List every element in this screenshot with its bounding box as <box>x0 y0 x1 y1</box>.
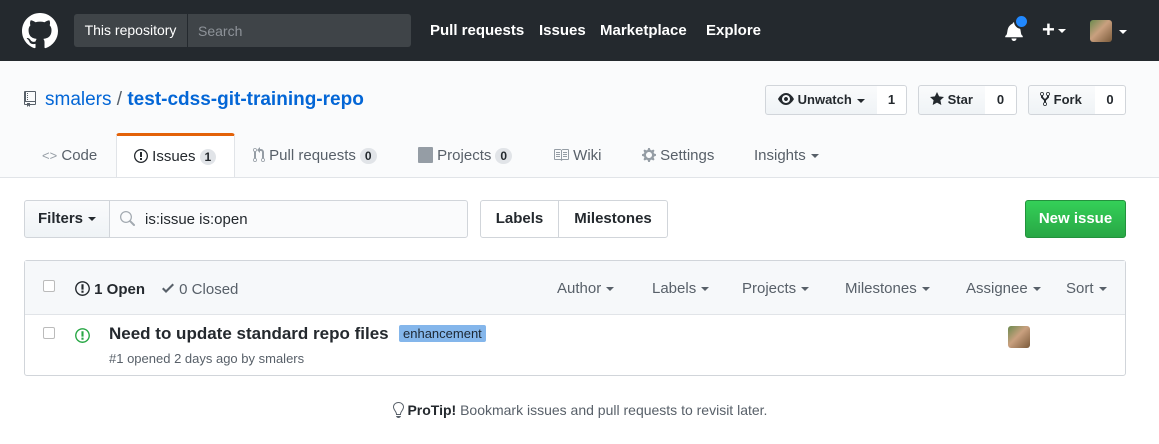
repo-owner-link[interactable]: smalers <box>45 89 112 110</box>
search-scope-label[interactable]: This repository <box>74 14 188 47</box>
protip-text: Bookmark issues and pull requests to rev… <box>456 402 768 418</box>
chevron-down-icon[interactable] <box>1119 30 1127 34</box>
closed-issues-filter[interactable]: 0 Closed <box>161 280 238 298</box>
repo-title: smalers / test-cdss-git-training-repo <box>45 89 364 111</box>
pull-requests-counter: 0 <box>359 148 377 164</box>
git-pull-request-icon <box>253 147 265 163</box>
unwatch-button[interactable]: Unwatch <box>765 85 878 115</box>
tab-wiki[interactable]: Wiki <box>553 134 602 177</box>
issue-search-query: is:issue is:open <box>145 211 248 228</box>
protip-bold: ProTip! <box>407 402 457 418</box>
project-icon <box>418 147 433 163</box>
tab-code[interactable]: <> Code <box>42 134 97 177</box>
tab-label: Wiki <box>573 147 602 164</box>
issues-counter: 1 <box>199 149 217 165</box>
tab-settings[interactable]: Settings <box>642 134 714 177</box>
projects-counter: 0 <box>495 148 513 164</box>
labels-button[interactable]: Labels <box>480 200 559 238</box>
book-icon <box>553 147 569 163</box>
tab-issues[interactable]: Issues 1 <box>116 133 235 177</box>
fork-icon <box>1040 91 1050 107</box>
tab-label: Code <box>61 147 98 164</box>
unwatch-label: Unwatch <box>797 92 852 107</box>
sort-filter[interactable]: Sort <box>1066 280 1107 297</box>
issue-opened-icon <box>134 148 148 164</box>
search-input[interactable] <box>188 14 411 47</box>
tab-insights[interactable]: Insights <box>754 134 819 177</box>
star-count[interactable]: 0 <box>985 85 1017 115</box>
code-icon: <> <box>42 148 58 163</box>
notification-indicator <box>1014 14 1029 29</box>
tab-label: Settings <box>660 147 715 164</box>
nav-explore[interactable]: Explore <box>706 22 761 39</box>
chevron-down-icon <box>1032 287 1041 292</box>
chevron-down-icon <box>606 287 615 292</box>
light-bulb-icon <box>392 402 404 418</box>
milestones-filter-label: Milestones <box>845 280 917 297</box>
filters-dropdown[interactable]: Filters <box>24 200 110 238</box>
tab-label: Insights <box>754 147 806 164</box>
tab-label: Projects <box>437 147 492 164</box>
user-avatar[interactable] <box>1090 20 1112 42</box>
projects-filter-label: Projects <box>742 280 797 297</box>
issue-title-link[interactable]: Need to update standard repo files <box>109 324 389 344</box>
tab-pull-requests[interactable]: Pull requests 0 <box>253 134 377 177</box>
chevron-down-icon <box>1057 29 1066 34</box>
nav-pull-requests[interactable]: Pull requests <box>430 22 524 39</box>
labels-filter[interactable]: Labels <box>652 280 710 297</box>
assignee-filter[interactable]: Assignee <box>966 280 1041 297</box>
gear-icon <box>642 147 656 163</box>
chevron-down-icon <box>701 287 710 292</box>
chevron-down-icon <box>88 217 97 222</box>
sort-filter-label: Sort <box>1066 280 1094 297</box>
assignee-avatar[interactable] <box>1008 326 1030 348</box>
fork-count[interactable]: 0 <box>1095 85 1126 115</box>
issue-opened-icon <box>75 327 90 344</box>
repo-separator: / <box>116 89 123 110</box>
repo-icon <box>24 91 36 107</box>
milestones-button[interactable]: Milestones <box>558 200 668 238</box>
assignee-filter-label: Assignee <box>966 280 1028 297</box>
check-icon <box>161 280 175 296</box>
nav-issues[interactable]: Issues <box>539 22 586 39</box>
issue-opened-icon <box>75 280 90 297</box>
issue-label-badge[interactable]: enhancement <box>399 325 486 342</box>
search-icon <box>119 211 135 227</box>
fork-label: Fork <box>1053 92 1082 107</box>
fork-button[interactable]: Fork <box>1028 85 1096 115</box>
nav-marketplace[interactable]: Marketplace <box>600 22 687 39</box>
chevron-down-icon <box>921 287 930 292</box>
new-issue-button[interactable]: New issue <box>1025 200 1126 238</box>
author-filter-label: Author <box>557 280 602 297</box>
milestones-filter[interactable]: Milestones <box>845 280 930 297</box>
plus-icon: + <box>1042 17 1055 42</box>
open-issues-filter[interactable]: 1 Open <box>75 280 145 298</box>
chevron-down-icon <box>1098 287 1107 292</box>
chevron-down-icon <box>856 98 865 103</box>
issue-meta: #1 opened 2 days ago by smalers <box>109 351 305 366</box>
filters-label: Filters <box>38 210 84 227</box>
labels-filter-label: Labels <box>652 280 697 297</box>
author-filter[interactable]: Author <box>557 280 615 297</box>
protip: ProTip! Bookmark issues and pull request… <box>0 402 1159 418</box>
star-button[interactable]: Star <box>918 85 986 115</box>
github-logo-icon[interactable] <box>22 13 58 49</box>
watch-count[interactable]: 1 <box>877 85 907 115</box>
chevron-down-icon <box>801 287 810 292</box>
chevron-down-icon <box>810 154 819 159</box>
repo-name-link[interactable]: test-cdss-git-training-repo <box>127 89 363 110</box>
issue-checkbox[interactable] <box>43 327 55 339</box>
star-icon <box>930 91 944 107</box>
tab-label: Issues <box>152 148 196 165</box>
select-all-checkbox[interactable] <box>43 280 55 292</box>
projects-filter[interactable]: Projects <box>742 280 810 297</box>
star-label: Star <box>947 92 973 107</box>
open-count-label: 1 Open <box>94 281 146 298</box>
closed-count-label: 0 Closed <box>179 281 239 298</box>
create-new-button[interactable]: + <box>1042 18 1066 42</box>
issue-search-field[interactable]: is:issue is:open <box>109 200 468 238</box>
tab-label: Pull requests <box>269 147 356 164</box>
eye-icon <box>778 91 794 107</box>
tab-projects[interactable]: Projects 0 <box>418 134 513 177</box>
